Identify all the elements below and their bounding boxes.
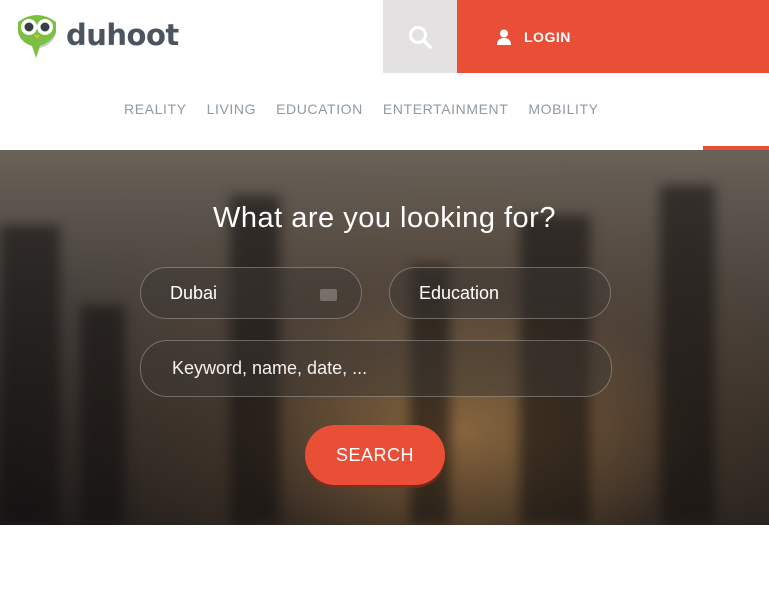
category-select-value: Education [419, 282, 500, 303]
site-logo[interactable]: duhoot [14, 12, 179, 58]
city-skyline-shape [660, 185, 715, 525]
category-select[interactable]: Education [389, 267, 611, 319]
city-skyline-shape [80, 305, 125, 525]
header-search-button[interactable] [383, 0, 457, 73]
nav-item-education[interactable]: EDUCATION [276, 101, 363, 117]
site-header: duhoot LOGIN REALITY LIVING EDUCATION EN… [0, 0, 769, 150]
nav-item-entertainment[interactable]: ENTERTAINMENT [383, 101, 509, 117]
dropdown-toggle-icon [320, 289, 337, 301]
login-button[interactable]: LOGIN [457, 0, 769, 73]
nav-item-mobility[interactable]: MOBILITY [528, 101, 598, 117]
city-select[interactable]: Dubai [140, 267, 362, 319]
search-icon [409, 25, 432, 49]
keyword-input[interactable] [172, 358, 572, 379]
keyword-field[interactable] [140, 340, 612, 397]
hero-title: What are you looking for? [213, 202, 556, 234]
main-nav: REALITY LIVING EDUCATION ENTERTAINMENT M… [124, 101, 599, 117]
city-skyline-shape [0, 225, 60, 525]
city-select-value: Dubai [170, 282, 218, 303]
user-icon [497, 29, 511, 45]
search-button[interactable]: SEARCH [305, 425, 445, 485]
logo-text: duhoot [66, 18, 179, 52]
nav-item-living[interactable]: LIVING [207, 101, 257, 117]
owl-logo-icon [18, 15, 56, 58]
hero-search-section: What are you looking for? Dubai Educatio… [0, 150, 769, 525]
login-label: LOGIN [524, 28, 571, 45]
nav-item-reality[interactable]: REALITY [124, 101, 187, 117]
